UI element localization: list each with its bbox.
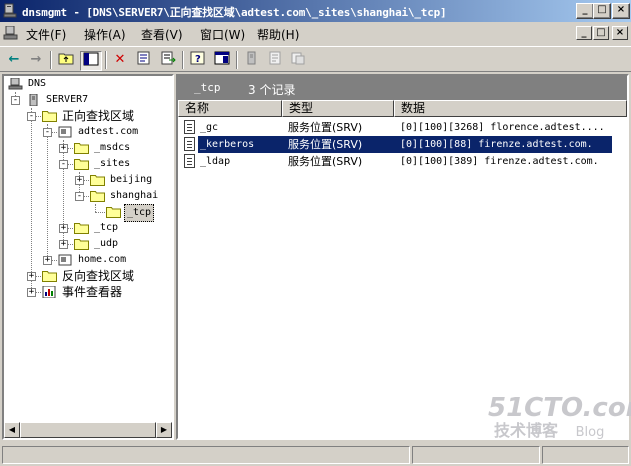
toolbar-separator — [105, 51, 107, 69]
menu-file[interactable]: 文件(F) — [26, 26, 66, 43]
back-icon[interactable]: ← — [4, 51, 24, 69]
zone-icon — [58, 254, 72, 266]
table-row-selected[interactable]: _kerberos 服务位置(SRV) [0][100][88] firenze… — [178, 136, 627, 153]
folder-icon — [42, 111, 57, 122]
show-hide-tree-icon[interactable] — [80, 51, 102, 71]
new-record-icon[interactable] — [265, 51, 285, 69]
tree-node-forward-lookup-zones[interactable]: - 正向查找区域 — [4, 108, 172, 124]
expand-icon[interactable]: + — [59, 144, 68, 153]
tree-node-msdcs[interactable]: + _msdcs — [4, 140, 172, 156]
tree-node-server7[interactable]: - SERVER7 — [4, 92, 172, 108]
details-banner: _tcp 3 个记录 — [178, 76, 627, 100]
zone-icon — [58, 126, 72, 138]
minimize-button[interactable]: _ — [576, 3, 594, 19]
scroll-right-icon[interactable]: ▶ — [156, 422, 172, 438]
dns-app-icon — [3, 3, 17, 18]
menu-view[interactable]: 查看(V) — [141, 26, 183, 43]
dns-icon — [8, 78, 23, 90]
server-icon[interactable] — [242, 51, 262, 69]
menu-help[interactable]: 帮助(H) — [257, 26, 299, 43]
banner-title: _tcp — [194, 81, 221, 94]
window-title: dnsmgmt - [DNS\SERVER7\正向查找区域\adtest.com… — [22, 6, 447, 19]
child-minimize-button[interactable]: _ — [576, 26, 592, 40]
scroll-left-icon[interactable]: ◀ — [4, 422, 20, 438]
tree-node-home-com[interactable]: + home.com — [4, 252, 172, 268]
mmc-console-icon — [3, 26, 18, 40]
expand-icon[interactable]: + — [27, 288, 36, 297]
column-header-data[interactable]: 数据 — [394, 100, 627, 117]
watermark: 51CTO.com 技术博客 Blog — [488, 393, 631, 440]
tree-node-adtest-com[interactable]: - adtest.com — [4, 124, 172, 140]
status-cell-tertiary — [542, 446, 629, 464]
srv-record-icon — [184, 120, 195, 134]
menu-bar: 文件(F) 操作(A) 查看(V) 窗口(W) 帮助(H) — [0, 22, 631, 44]
tree-node-tcp[interactable]: + _tcp — [4, 220, 172, 236]
forward-icon[interactable]: → — [26, 51, 46, 69]
console-window-icon[interactable] — [212, 51, 232, 69]
details-pane[interactable]: _tcp 3 个记录 名称 类型 数据 _gc 服务位置(SRV) [0][10… — [176, 74, 629, 440]
close-button[interactable]: × — [612, 3, 630, 19]
delete-icon[interactable]: ✕ — [110, 51, 130, 69]
open-folder-icon — [90, 191, 105, 202]
tree-node-dns[interactable]: DNS — [4, 76, 172, 92]
tree-node-udp[interactable]: + _udp — [4, 236, 172, 252]
event-viewer-icon — [42, 286, 56, 298]
folder-icon — [74, 223, 89, 234]
folder-icon — [74, 239, 89, 250]
maximize-button[interactable]: □ — [593, 3, 611, 19]
status-cell-main — [2, 446, 410, 464]
title-bar[interactable]: dnsmgmt - [DNS\SERVER7\正向查找区域\adtest.com… — [0, 0, 631, 22]
toolbar: ← → ✕ ? — [0, 46, 631, 72]
open-folder-icon — [74, 159, 89, 170]
menu-action[interactable]: 操作(A) — [84, 26, 126, 43]
tree-node-sites[interactable]: - _sites — [4, 156, 172, 172]
status-bar — [0, 442, 631, 466]
collapse-icon[interactable]: - — [11, 96, 20, 105]
console-tree[interactable]: DNS - SERVER7 - 正向查找区域 - adtest.com + _m… — [2, 74, 174, 440]
srv-record-icon — [184, 137, 195, 151]
folder-icon — [90, 175, 105, 186]
child-restore-button[interactable]: □ — [593, 26, 609, 40]
properties-icon[interactable] — [134, 51, 154, 69]
toolbar-separator — [50, 51, 52, 69]
record-count: 3 个记录 — [248, 83, 296, 97]
folder-icon — [74, 143, 89, 154]
table-row[interactable]: _gc 服务位置(SRV) [0][100][3268] florence.ad… — [178, 119, 627, 136]
collapse-icon[interactable]: - — [43, 128, 52, 137]
menu-window[interactable]: 窗口(W) — [200, 26, 245, 43]
expand-icon[interactable]: + — [75, 176, 84, 185]
help-icon[interactable]: ? — [188, 51, 208, 69]
folder-icon — [42, 271, 57, 282]
collapse-icon[interactable]: - — [75, 192, 84, 201]
server-icon — [29, 94, 38, 106]
expand-icon[interactable]: + — [59, 240, 68, 249]
expand-icon[interactable]: + — [43, 256, 52, 265]
tree-horizontal-scrollbar[interactable]: ◀ ▶ — [4, 422, 172, 438]
srv-record-icon — [184, 154, 195, 168]
child-close-button[interactable]: × — [612, 26, 628, 40]
open-folder-icon — [106, 207, 121, 218]
up-one-level-icon[interactable] — [56, 51, 76, 69]
status-cell-secondary — [412, 446, 540, 464]
toolbar-separator — [182, 51, 184, 69]
tree-node-shanghai[interactable]: - shanghai — [4, 188, 172, 204]
column-header-type[interactable]: 类型 — [282, 100, 394, 117]
new-zone-icon[interactable] — [288, 51, 308, 69]
expand-icon[interactable]: + — [27, 272, 36, 281]
collapse-icon[interactable]: - — [27, 112, 36, 121]
tree-node-shanghai-tcp[interactable]: _tcp — [4, 204, 172, 222]
column-header-name[interactable]: 名称 — [178, 100, 282, 117]
table-row[interactable]: _ldap 服务位置(SRV) [0][100][389] firenze.ad… — [178, 153, 627, 170]
expand-icon[interactable]: + — [59, 224, 68, 233]
export-list-icon[interactable] — [158, 51, 178, 69]
svg-text:?: ? — [195, 54, 201, 65]
collapse-icon[interactable]: - — [59, 160, 68, 169]
toolbar-separator — [236, 51, 238, 69]
scroll-thumb[interactable] — [20, 422, 156, 438]
tree-node-reverse-lookup-zones[interactable]: + 反向查找区域 — [4, 268, 172, 284]
tree-node-event-viewer[interactable]: + 事件查看器 — [4, 284, 172, 300]
tree-node-beijing[interactable]: + beijing — [4, 172, 172, 188]
